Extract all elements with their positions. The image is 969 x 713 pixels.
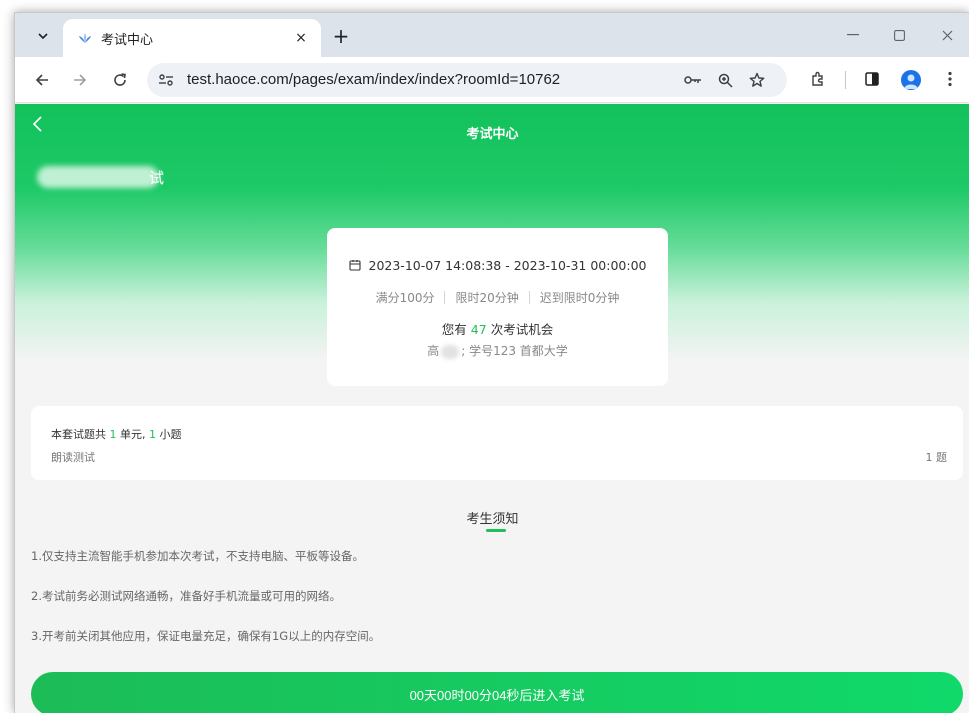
key-icon[interactable] bbox=[683, 70, 703, 90]
summary-text: 小题 bbox=[159, 428, 182, 441]
exam-chances: 您有 47 次考试机会 bbox=[327, 319, 668, 338]
favicon-icon bbox=[77, 30, 93, 46]
star-icon[interactable] bbox=[747, 70, 767, 90]
back-arrow-icon[interactable] bbox=[29, 67, 55, 93]
notice-underline bbox=[486, 529, 506, 532]
tab-strip: 考试中心 × + bbox=[15, 13, 969, 57]
section-count: 1 题 bbox=[925, 451, 948, 464]
chance-count: 47 bbox=[470, 322, 487, 337]
minimize-icon[interactable] bbox=[833, 23, 873, 47]
chance-suffix: 次考试机会 bbox=[490, 322, 554, 337]
notice-title: 考生须知 bbox=[466, 512, 519, 527]
exam-date-row: 2023-10-07 14:08:38 - 2023-10-31 00:00:0… bbox=[327, 258, 668, 274]
site-info-icon[interactable] bbox=[157, 71, 175, 89]
zoom-icon[interactable] bbox=[715, 70, 735, 90]
close-icon[interactable]: × bbox=[291, 28, 311, 48]
enter-exam-button[interactable]: 00天00时00分04秒后进入考试 bbox=[31, 672, 963, 713]
exam-page: 考试中心 试 2023-10-07 14:08:38 - 2023-10-31 … bbox=[15, 104, 969, 713]
notice-rule: 2.考试前务必测试网络通畅，准备好手机流量或可用的网络。 bbox=[31, 589, 341, 603]
maximize-icon[interactable] bbox=[879, 23, 919, 47]
toolbar-separator bbox=[845, 71, 846, 89]
tab-title: 考试中心 bbox=[101, 32, 154, 48]
window-close-icon[interactable] bbox=[927, 23, 967, 47]
exam-name-redacted bbox=[37, 166, 159, 188]
side-panel-icon[interactable] bbox=[861, 68, 883, 90]
exam-date-range: 2023-10-07 14:08:38 - 2023-10-31 00:00:0… bbox=[368, 258, 647, 273]
full-score: 满分100分 bbox=[375, 291, 435, 305]
exam-info-card: 2023-10-07 14:08:38 - 2023-10-31 00:00:0… bbox=[327, 228, 668, 386]
student-name: 高 bbox=[427, 344, 440, 358]
late-limit: 迟到限时0分钟 bbox=[539, 291, 620, 305]
more-icon[interactable] bbox=[939, 68, 961, 90]
active-tab[interactable]: 考试中心 × bbox=[63, 19, 321, 57]
chance-prefix: 您有 bbox=[441, 322, 467, 337]
summary-text: 本套试题共 bbox=[51, 428, 106, 441]
summary-text: 单元, bbox=[120, 428, 146, 441]
notice-rule: 3.开考前关闭其他应用，保证电量充足，确保有1G以上的内存空间。 bbox=[31, 629, 381, 643]
section-name: 朗读测试 bbox=[51, 451, 95, 464]
notice-rule: 1.仅支持主流智能手机参加本次考试，不支持电脑、平板等设备。 bbox=[31, 549, 364, 563]
exam-summary-card[interactable]: 本套试题共 1 单元, 1 小题 朗读测试 1 题 bbox=[31, 406, 963, 480]
unit-count: 1 bbox=[109, 428, 117, 441]
student-details: ; 学号123 首都大学 bbox=[461, 344, 568, 358]
reload-icon[interactable] bbox=[107, 67, 133, 93]
exam-meta-row: 满分100分 限时20分钟 迟到限时0分钟 bbox=[327, 289, 668, 306]
student-info: 高 ; 学号123 首都大学 bbox=[327, 342, 668, 359]
profile-icon[interactable] bbox=[901, 70, 921, 90]
summary-line: 本套试题共 1 单元, 1 小题 bbox=[51, 426, 182, 442]
question-count: 1 bbox=[149, 428, 156, 441]
page-title: 考试中心 bbox=[466, 127, 519, 142]
time-limit: 限时20分钟 bbox=[455, 291, 519, 305]
plus-icon[interactable]: + bbox=[329, 25, 353, 49]
tab-menu-icon[interactable] bbox=[29, 23, 57, 49]
extensions-icon[interactable] bbox=[807, 68, 829, 90]
exam-name: 试 bbox=[149, 169, 165, 187]
browser-window: 考试中心 × + test.haoce.com/pages/exam/index… bbox=[14, 12, 969, 713]
browser-toolbar: test.haoce.com/pages/exam/index/index?ro… bbox=[15, 57, 969, 103]
url-text: test.haoce.com/pages/exam/index/index?ro… bbox=[187, 71, 561, 88]
student-name-redacted bbox=[441, 344, 460, 359]
calendar-icon bbox=[348, 259, 361, 274]
address-bar[interactable]: test.haoce.com/pages/exam/index/index?ro… bbox=[147, 63, 787, 97]
forward-arrow-icon[interactable] bbox=[67, 67, 93, 93]
